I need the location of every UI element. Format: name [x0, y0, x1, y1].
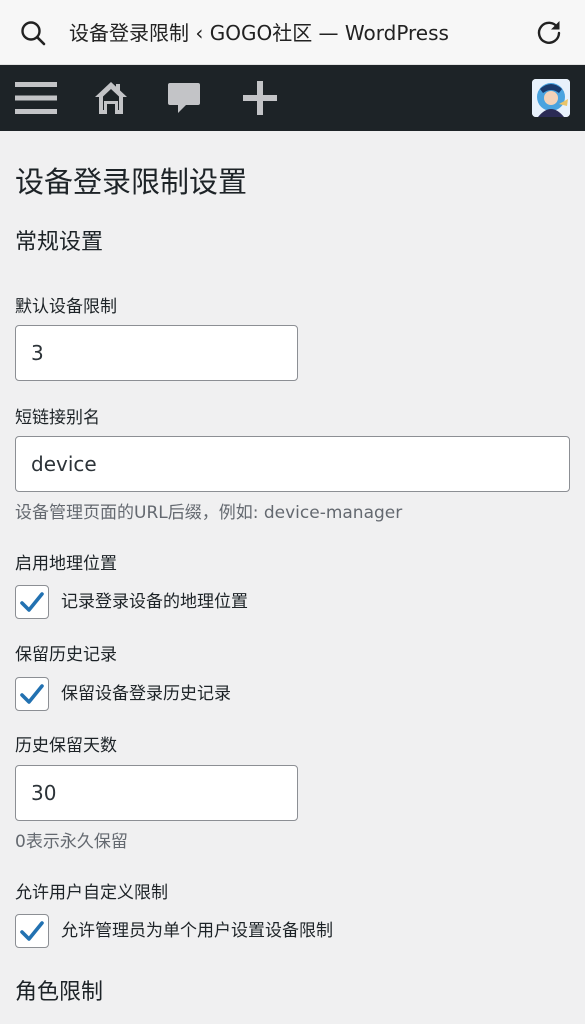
general-settings-heading: 常规设置 — [15, 230, 104, 255]
comments-button[interactable] — [158, 65, 210, 131]
history-days-description: 0表示永久保留 — [15, 832, 128, 852]
menu-toggle-button[interactable] — [8, 65, 64, 131]
account-button[interactable] — [529, 65, 573, 131]
geo-label: 启用地理位置 — [15, 554, 117, 574]
site-home-button[interactable] — [85, 65, 137, 131]
checkmark-icon — [20, 592, 44, 612]
history-days-input[interactable]: 30 — [15, 765, 298, 821]
history-checkbox-row[interactable]: 保留设备登录历史记录 — [15, 676, 231, 712]
browser-bar: 设备登录限制 ‹ GOGO社区 — WordPress — [0, 0, 585, 65]
user-custom-checkbox-row[interactable]: 允许管理员为单个用户设置设备限制 — [15, 913, 333, 949]
history-label: 保留历史记录 — [15, 645, 117, 665]
plus-icon — [243, 81, 277, 115]
checkmark-icon — [20, 921, 44, 941]
page-title: 设备登录限制设置 — [15, 165, 248, 199]
slug-description: 设备管理页面的URL后缀，例如: device-manager — [15, 503, 403, 523]
menu-icon — [15, 82, 57, 114]
geo-checkbox-row[interactable]: 记录登录设备的地理位置 — [15, 584, 248, 620]
reload-icon[interactable] — [535, 18, 563, 46]
geo-checkbox-label[interactable]: 记录登录设备的地理位置 — [61, 590, 248, 614]
history-checkbox[interactable] — [15, 677, 49, 711]
default-limit-input[interactable]: 3 — [15, 325, 298, 381]
slug-label: 短链接别名 — [15, 408, 100, 428]
page-tab-title[interactable]: 设备登录限制 ‹ GOGO社区 — WordPress — [69, 18, 489, 48]
user-custom-checkbox-label[interactable]: 允许管理员为单个用户设置设备限制 — [61, 919, 333, 943]
settings-content: 设备登录限制设置 常规设置 默认设备限制 3 短链接别名 device 设备管理… — [15, 131, 570, 1005]
default-limit-label: 默认设备限制 — [15, 297, 117, 317]
history-days-label: 历史保留天数 — [15, 736, 117, 756]
search-icon[interactable] — [20, 20, 46, 46]
user-custom-checkbox[interactable] — [15, 914, 49, 948]
geo-checkbox[interactable] — [15, 585, 49, 619]
home-icon — [95, 82, 127, 114]
checkmark-icon — [20, 684, 44, 704]
slug-input[interactable]: device — [15, 436, 570, 492]
history-checkbox-label[interactable]: 保留设备登录历史记录 — [61, 682, 231, 706]
role-limits-heading: 角色限制 — [15, 980, 104, 1005]
new-content-button[interactable] — [234, 65, 286, 131]
avatar — [532, 79, 570, 117]
comment-icon — [168, 83, 200, 113]
user-custom-label: 允许用户自定义限制 — [15, 883, 168, 903]
admin-bar — [0, 65, 585, 131]
